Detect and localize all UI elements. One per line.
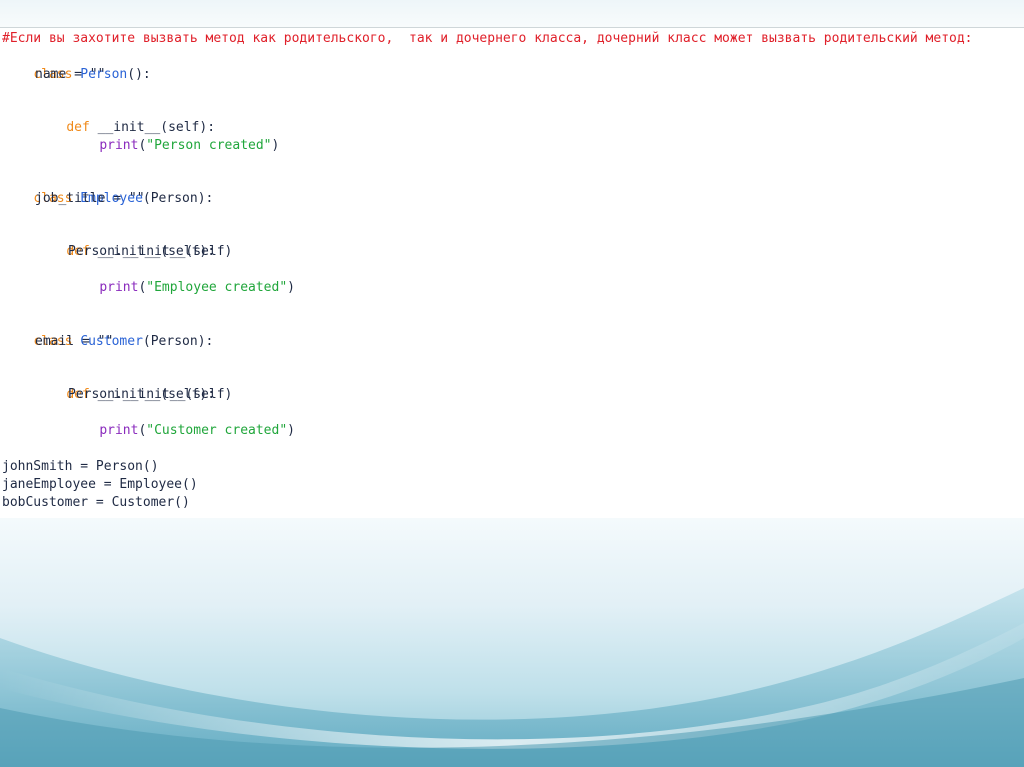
string-literal: "Person created" [146, 138, 272, 153]
code-line-class-customer: class Customer(Person): [2, 315, 213, 349]
code-line-class-employee: class Employee(Person): [2, 172, 213, 206]
punct: ) [271, 138, 280, 153]
code-editor[interactable]: #Если вы захотите вызвать метод как роди… [0, 28, 1024, 518]
code-line-job-title: job_title = "" [35, 191, 145, 206]
builtin: print [99, 138, 139, 153]
code-line-class-person: class Person(): [2, 48, 150, 82]
code-line-print-customer: print("Customer created") [2, 404, 295, 438]
wave-decoration [0, 588, 1024, 767]
code-line-super-employee: Person.__init__(self) [68, 244, 233, 259]
punct: ) [287, 280, 295, 295]
code-line-bob: bobCustomer = Customer() [2, 495, 190, 510]
punct: (): [127, 67, 151, 82]
code-line-print-person: print("Person created") [2, 119, 279, 153]
string-literal: "Customer created" [146, 423, 288, 438]
code-line-def-customer: def __init__(self): [2, 368, 215, 402]
code-line-super-customer: Person.__init__(self) [68, 387, 233, 402]
parent-arg: (Person): [142, 191, 214, 206]
code-line-print-employee: print("Employee created") [2, 261, 295, 295]
punct: ) [287, 423, 295, 438]
string-literal: "Employee created" [146, 280, 288, 295]
code-line-def-employee: def __init__(self): [2, 225, 215, 259]
top-strip [0, 0, 1024, 28]
code-comment: #Если вы захотите вызвать метод как роди… [2, 31, 973, 46]
code-line-def-person: def __init__(self): [2, 101, 215, 135]
code-line-jane: janeEmployee = Employee() [2, 477, 198, 492]
builtin: print [99, 423, 139, 438]
code-line-name: name = "" [35, 67, 106, 82]
parent-arg: (Person): [142, 334, 214, 349]
slide-background-waves [0, 518, 1024, 767]
builtin: print [99, 280, 139, 295]
code-line-john: johnSmith = Person() [2, 459, 159, 474]
code-line-email: email = "" [35, 334, 114, 349]
